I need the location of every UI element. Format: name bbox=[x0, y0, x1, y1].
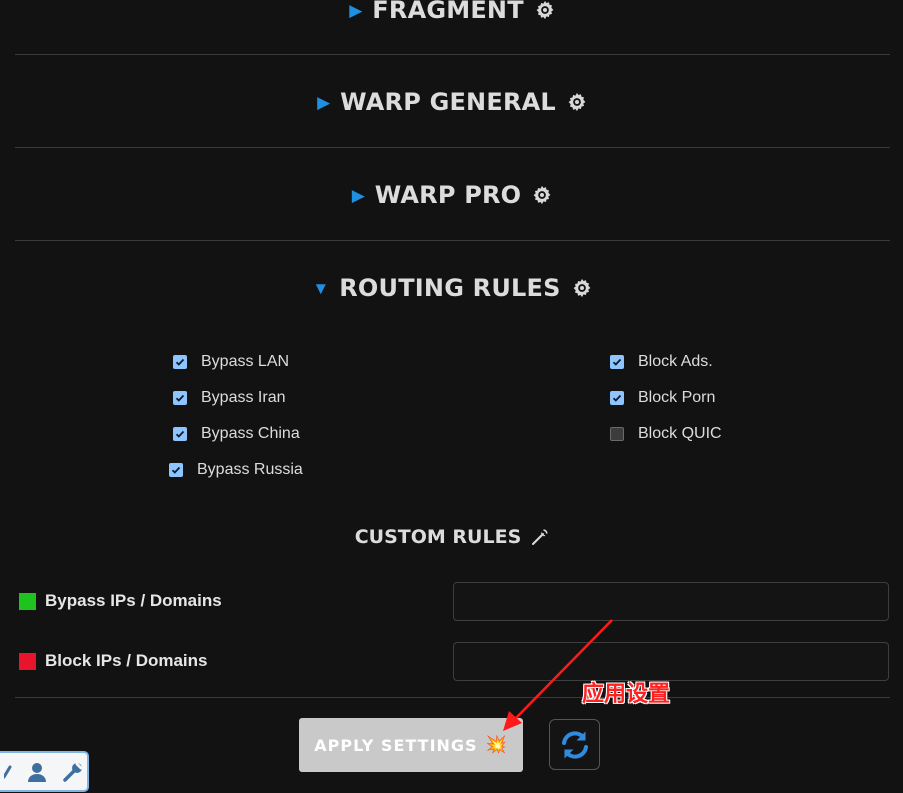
section-warp-pro[interactable]: ▶ WARP PRO bbox=[15, 179, 890, 211]
check-icon bbox=[171, 466, 181, 474]
check-icon bbox=[175, 358, 185, 366]
triangle-right-icon: ▶ bbox=[351, 185, 365, 205]
user-icon[interactable] bbox=[26, 761, 48, 783]
block-rules-label: Block IPs / Domains bbox=[45, 651, 208, 670]
refresh-button[interactable] bbox=[549, 719, 600, 770]
divider bbox=[15, 54, 890, 55]
custom-rules-title: CUSTOM RULES bbox=[15, 526, 890, 548]
checkbox[interactable] bbox=[610, 355, 624, 369]
gear-icon[interactable] bbox=[534, 0, 556, 21]
wrench-icon bbox=[532, 529, 548, 545]
bypass-rules-input[interactable] bbox=[453, 582, 889, 621]
check-icon bbox=[612, 394, 622, 402]
checkbox[interactable] bbox=[610, 427, 624, 441]
checkbox-row-bypass-lan[interactable]: Bypass LAN bbox=[173, 353, 289, 371]
checkbox-row-block-quic[interactable]: Block QUIC bbox=[610, 425, 722, 443]
check-icon bbox=[175, 430, 185, 438]
checkbox-row-bypass-iran[interactable]: Bypass Iran bbox=[173, 389, 285, 407]
checkbox-row-bypass-china[interactable]: Bypass China bbox=[173, 425, 300, 443]
checkbox-label: Bypass Russia bbox=[197, 461, 303, 478]
triangle-right-icon: ▶ bbox=[317, 92, 331, 112]
check-icon bbox=[175, 394, 185, 402]
bypass-rules-label: Bypass IPs / Domains bbox=[45, 591, 222, 610]
section-title-warp-general: WARP GENERAL bbox=[340, 88, 556, 116]
bypass-rules-label-row: Bypass IPs / Domains bbox=[19, 591, 222, 611]
checkbox[interactable] bbox=[169, 463, 183, 477]
section-title-fragment: FRAGMENT bbox=[372, 0, 524, 24]
green-square-icon bbox=[19, 592, 36, 610]
gear-icon[interactable] bbox=[531, 184, 553, 206]
block-rules-input[interactable] bbox=[453, 642, 889, 681]
checkbox-label: Block Ads. bbox=[638, 353, 713, 370]
divider bbox=[15, 147, 890, 148]
wrench-icon[interactable] bbox=[62, 761, 84, 783]
divider bbox=[15, 240, 890, 241]
checkbox-label: Block Porn bbox=[638, 389, 716, 406]
triangle-down-icon: ▼ bbox=[312, 278, 330, 298]
checkbox-row-block-porn[interactable]: Block Porn bbox=[610, 389, 715, 407]
annotation-label: 应用设置 bbox=[582, 682, 671, 707]
gear-icon[interactable] bbox=[571, 277, 593, 299]
apply-settings-label: APPLY SETTINGS bbox=[314, 735, 478, 755]
divider bbox=[15, 697, 890, 698]
refresh-icon bbox=[561, 730, 588, 759]
section-title-routing-rules: ROUTING RULES bbox=[339, 274, 561, 302]
checkbox-label: Bypass China bbox=[201, 425, 300, 442]
checkbox-label: Bypass LAN bbox=[201, 353, 290, 370]
checkbox[interactable] bbox=[173, 355, 187, 369]
settings-page: ▶ FRAGMENT ▶ WARP GENERAL ▶ WARP PRO ▼ R bbox=[0, 0, 903, 793]
section-fragment[interactable]: ▶ FRAGMENT bbox=[15, 0, 890, 26]
custom-rules-label: CUSTOM RULES bbox=[354, 526, 522, 548]
checkbox[interactable] bbox=[173, 427, 187, 441]
checkbox[interactable] bbox=[610, 391, 624, 405]
triangle-right-icon: ▶ bbox=[349, 0, 363, 20]
partial-icon bbox=[4, 765, 12, 778]
checkbox-label: Bypass Iran bbox=[201, 389, 286, 406]
checkbox-label: Block QUIC bbox=[638, 425, 722, 442]
check-icon bbox=[612, 358, 622, 366]
gear-icon[interactable] bbox=[566, 91, 588, 113]
block-rules-label-row: Block IPs / Domains bbox=[19, 651, 208, 671]
checkbox-row-bypass-russia[interactable]: Bypass Russia bbox=[169, 461, 303, 479]
section-title-warp-pro: WARP PRO bbox=[374, 181, 522, 209]
collision-icon: 💥 bbox=[485, 735, 508, 755]
apply-settings-button[interactable]: APPLY SETTINGS 💥 bbox=[299, 718, 523, 772]
checkbox-row-block-ads[interactable]: Block Ads. bbox=[610, 353, 713, 371]
section-routing-rules[interactable]: ▼ ROUTING RULES bbox=[15, 272, 890, 304]
section-warp-general[interactable]: ▶ WARP GENERAL bbox=[15, 86, 890, 118]
checkbox[interactable] bbox=[173, 391, 187, 405]
red-square-icon bbox=[19, 652, 36, 670]
floating-toolbar bbox=[0, 751, 89, 792]
